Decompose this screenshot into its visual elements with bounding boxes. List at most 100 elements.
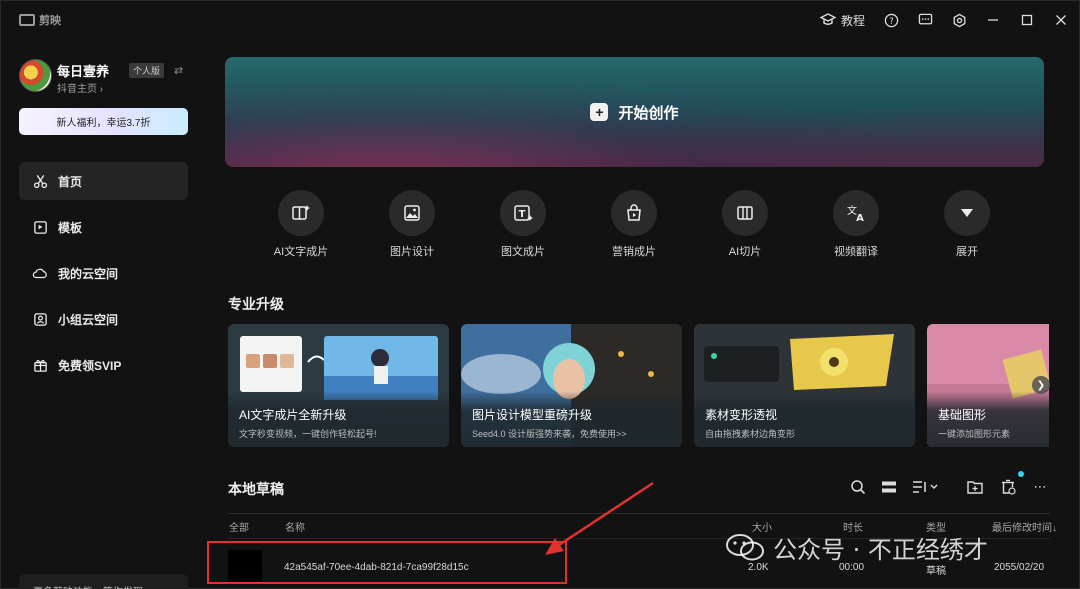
card-title: 图片设计模型重磅升级 [472,408,593,422]
more-icon[interactable]: ⋯ [1031,478,1049,496]
title-bar-actions: 教程 ? [819,9,1069,31]
tool-label: 图文成片 [501,246,545,258]
maximize-icon[interactable] [1019,12,1035,28]
drafts-section-title: 本地草稿 [228,481,284,497]
ai-text-icon [278,190,324,236]
promo-card[interactable]: 素材变形透视 自由拖拽素材边角变形 [694,324,915,447]
sidebar-item-label: 小组云空间 [58,312,119,327]
sidebar-item-label: 免费领SVIP [58,358,122,373]
drafts-toolbar: ⋯ [847,471,1049,496]
tool-ai-slice[interactable]: AI切片 [708,190,782,259]
minimize-icon[interactable] [985,12,1001,28]
text-image-icon: T [500,190,546,236]
card-subtitle: Seed4.0 设计版强势来袭，免费使用>> [472,429,627,439]
sidebar-item-group-cloud[interactable]: 小组云空间 [19,300,188,338]
scissors-icon [32,173,48,189]
cloud-icon [32,265,48,281]
svg-text:?: ? [889,15,893,25]
card-subtitle: 文字秒变视频，一键创作轻松起号! [239,429,377,439]
tool-video-translate[interactable]: 文A 视频翻译 [819,190,893,259]
svg-text:T: T [519,209,526,220]
start-creating-button[interactable]: + 开始创作 [225,57,1044,167]
profile-name: 每日壹养 [57,65,110,80]
plan-badge: 个人版 [129,63,165,78]
promo-button[interactable]: 新人福利，幸运3.7折 [19,108,188,135]
draft-modified: 2055/02/20 [994,562,1045,573]
sidebar-item-home[interactable]: 首页 [19,162,188,200]
douyin-homepage-link[interactable]: 抖音主页 › [57,80,103,95]
tool-label: AI文字成片 [273,246,329,258]
settings-icon[interactable] [951,12,967,28]
sidebar-bottom-banner[interactable]: 更多剪映功能，等你发现 [19,574,188,589]
image-design-icon [389,190,435,236]
sidebar-item-svip[interactable]: 免费领SVIP [19,346,188,384]
sidebar-item-my-cloud[interactable]: 我的云空间 [19,254,188,292]
feedback-icon[interactable] [917,12,933,28]
sidebar: 每日壹养 个人版 抖音主页 › ⇄ 新人福利，幸运3.7折 首页 模板 我的云空… [1,39,206,589]
tool-label: 展开 [956,246,978,258]
tool-ai-text-video[interactable]: AI文字成片 [264,190,338,259]
start-creating-label: 开始创作 [618,104,679,122]
tool-image-design[interactable]: 图片设计 [375,190,449,259]
group-cloud-icon [32,311,48,327]
card-subtitle: 自由拖拽素材边角变形 [705,429,796,439]
tool-label: 视频翻译 [834,246,878,258]
help-icon[interactable]: ? [883,12,899,28]
list-view-icon[interactable] [880,478,898,496]
tool-marketing-video[interactable]: 营销成片 [597,190,671,259]
column-modified[interactable]: 最后修改时间↓ [992,519,1057,534]
pro-section-title: 专业升级 [228,296,284,312]
promo-card[interactable]: 基础图形 一键添加图形元素 [927,324,1049,447]
tutorial-label: 教程 [840,13,865,28]
tool-expand[interactable]: 展开 [930,190,1004,259]
promo-carousel: AI文字成片全新升级 文字秒变视频，一键创作轻松起号! 图片设计模型重磅升级 S… [228,324,1049,447]
close-icon[interactable] [1053,12,1069,28]
watermark-text: 公众号 · 不正经绣才 [773,535,988,564]
tool-label: AI切片 [728,246,762,258]
tool-text-image-video[interactable]: T 图文成片 [486,190,560,259]
sidebar-item-label: 我的云空间 [58,266,119,281]
app-window: 剪映 教程 ? 每日壹养 个人版 抖音主页 › ⇄ 新人福利，幸运3.7折 首页… [0,0,1080,589]
new-folder-icon[interactable] [966,478,984,496]
column-name[interactable]: 名称 [285,519,305,534]
card-title: 素材变形透视 [705,408,778,422]
red-arrow [545,481,654,555]
chevron-right-icon: ❯ [1036,379,1046,391]
switch-account-icon[interactable]: ⇄ [174,64,183,77]
card-title: AI文字成片全新升级 [239,408,347,422]
svg-text:A: A [856,213,864,222]
tool-label: 营销成片 [612,246,656,258]
sidebar-item-templates[interactable]: 模板 [19,208,188,246]
logo-icon [19,14,35,26]
notification-dot [1018,471,1024,477]
title-bar: 剪映 教程 ? [1,1,1079,39]
sidebar-item-label: 模板 [58,220,83,235]
watermark: 公众号 · 不正经绣才 [725,530,988,564]
sidebar-item-label: 首页 [58,174,83,189]
plus-icon: + [590,103,609,121]
graduation-cap-icon [819,12,836,28]
promo-card[interactable]: 图片设计模型重磅升级 Seed4.0 设计版强势来袭，免费使用>> [461,324,682,447]
carousel-next-button[interactable]: ❯ [1032,376,1050,394]
tool-label: 图片设计 [390,246,434,258]
recycle-bin-icon[interactable] [999,478,1017,496]
sort-icon[interactable] [911,478,941,496]
promo-card[interactable]: AI文字成片全新升级 文字秒变视频，一键创作轻松起号! [228,324,449,447]
profile[interactable]: 每日壹养 个人版 抖音主页 › ⇄ [19,59,189,95]
search-icon[interactable] [849,478,867,496]
app-logo: 剪映 [19,12,61,28]
ai-slice-icon [722,190,768,236]
tool-shortcuts: AI文字成片 图片设计 T 图文成片 营销成片 AI切片 文 A 视频翻译 展开 [264,190,1044,260]
tutorial-button[interactable]: 教程 [819,12,865,29]
translate-icon: 文A [833,190,879,236]
card-title: 基础图形 [938,408,987,422]
avatar[interactable] [19,59,52,92]
template-icon [32,219,48,235]
card-subtitle: 一键添加图形元素 [938,429,1011,439]
sidebar-nav: 首页 模板 我的云空间 小组云空间 免费领SVIP [19,162,188,392]
column-all[interactable]: 全部 [229,519,249,534]
highlight-box [207,541,567,584]
wechat-icon [726,534,764,561]
marketing-icon [611,190,657,236]
expand-icon [944,190,990,236]
